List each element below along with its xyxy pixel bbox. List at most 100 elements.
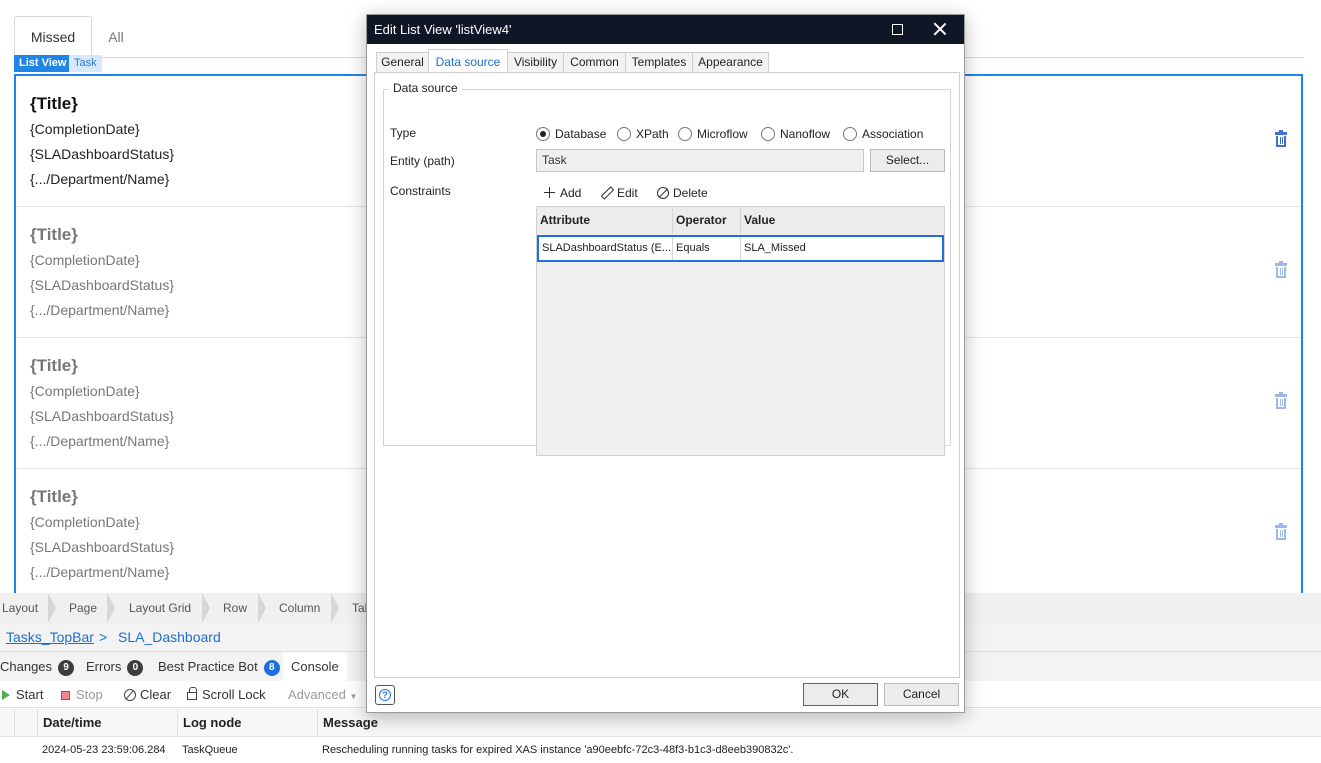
plus-icon: [544, 187, 555, 198]
item-department: {.../Department/Name}: [30, 433, 170, 449]
tab-common[interactable]: Common: [563, 52, 626, 73]
hierarchy-layout-grid[interactable]: Layout Grid: [129, 593, 191, 623]
help-button[interactable]: ?: [375, 685, 395, 705]
radio-microflow[interactable]: Microflow: [678, 126, 748, 142]
radio-association[interactable]: Association: [843, 126, 923, 142]
tab-label: Best Practice Bot: [158, 659, 258, 674]
radio-nanoflow[interactable]: Nanoflow: [761, 126, 830, 142]
tab-data-source[interactable]: Data source: [428, 49, 508, 73]
delete-constraint-button[interactable]: Delete: [657, 185, 708, 201]
chevron-right-icon: [331, 593, 339, 623]
item-sla-status: {SLADashboardStatus}: [30, 408, 174, 424]
chevron-right-icon: [48, 593, 56, 623]
count-badge: 8: [263, 659, 280, 676]
table-row[interactable]: 2024-05-23 23:59:06.284 TaskQueue Resche…: [0, 737, 1321, 757]
chevron-right-icon: [107, 593, 115, 623]
trash-icon[interactable]: [1275, 523, 1287, 540]
count-badge: 0: [127, 659, 144, 676]
item-sla-status: {SLADashboardStatus}: [30, 539, 174, 555]
select-entity-button[interactable]: Select...: [870, 149, 945, 172]
entity-chip[interactable]: Task: [69, 55, 102, 72]
ok-button[interactable]: OK: [803, 683, 878, 706]
breadcrumb-link[interactable]: Tasks_TopBar: [6, 623, 94, 651]
tab-visibility[interactable]: Visibility: [507, 52, 564, 73]
tab-console[interactable]: Console: [283, 652, 347, 682]
data-source-tab-panel: Data source Type Database XPath Microflo…: [374, 72, 960, 678]
tab-errors[interactable]: Errors 0: [86, 652, 144, 682]
clear-icon: [124, 689, 136, 701]
cell-value: SLA_Missed: [744, 242, 806, 254]
edit-constraint-button[interactable]: Edit: [601, 185, 638, 201]
hierarchy-page[interactable]: Page: [69, 593, 97, 623]
stop-button[interactable]: Stop: [61, 681, 103, 708]
trash-icon[interactable]: [1275, 261, 1287, 278]
radio-xpath[interactable]: XPath: [617, 126, 669, 142]
clear-label: Clear: [140, 687, 172, 702]
item-title: {Title}: [30, 225, 78, 244]
delete-label: Delete: [673, 186, 708, 200]
breadcrumb-separator: >: [99, 629, 108, 645]
log-node: TaskQueue: [182, 744, 238, 756]
item-title: {Title}: [30, 94, 78, 113]
tab-general[interactable]: General: [376, 52, 429, 73]
tab-appearance[interactable]: Appearance: [692, 52, 769, 73]
tab-best-practice-bot[interactable]: Best Practice Bot 8: [158, 652, 280, 682]
log-message: Rescheduling running tasks for expired X…: [322, 744, 794, 756]
delete-icon: [657, 187, 669, 199]
tab-missed[interactable]: Missed: [14, 16, 92, 58]
tab-changes[interactable]: Changes 9: [0, 652, 75, 682]
dialog-titlebar[interactable]: Edit List View 'listView4': [367, 15, 964, 44]
constraints-grid[interactable]: Attribute Operator Value SLADashboardSta…: [536, 206, 945, 456]
stop-label: Stop: [76, 687, 103, 702]
col-attribute[interactable]: Attribute: [537, 207, 673, 234]
scroll-lock-button[interactable]: Scroll Lock: [187, 681, 266, 708]
start-label: Start: [16, 687, 44, 702]
table-row[interactable]: SLADashboardStatus (E... Equals SLA_Miss…: [537, 235, 944, 262]
hierarchy-column[interactable]: Column: [279, 593, 320, 623]
col-value[interactable]: Value: [741, 207, 944, 234]
pencil-icon: [601, 187, 612, 198]
trash-icon[interactable]: [1275, 130, 1287, 147]
chevron-down-icon: ▼: [349, 692, 358, 701]
item-completion-date: {CompletionDate}: [30, 514, 140, 530]
item-department: {.../Department/Name}: [30, 171, 170, 187]
group-legend: Data source: [389, 81, 462, 95]
col-datetime[interactable]: Date/time: [37, 709, 102, 737]
col-operator[interactable]: Operator: [673, 207, 741, 234]
entity-field[interactable]: Task: [536, 149, 864, 172]
col-message[interactable]: Message: [317, 709, 378, 737]
cancel-button[interactable]: Cancel: [884, 683, 959, 706]
type-label: Type: [390, 126, 417, 140]
cell-attribute: SLADashboardStatus (E...: [539, 237, 673, 260]
radio-database[interactable]: Database: [536, 126, 606, 142]
item-sla-status: {SLADashboardStatus}: [30, 277, 174, 293]
help-icon: ?: [379, 689, 391, 701]
item-title: {Title}: [30, 487, 78, 506]
count-badge: 9: [58, 659, 75, 676]
lock-icon: [187, 687, 197, 700]
trash-icon[interactable]: [1275, 392, 1287, 409]
tab-all[interactable]: All: [102, 16, 130, 58]
column-divider: [14, 709, 15, 737]
start-button[interactable]: Start: [2, 681, 43, 708]
hierarchy-row[interactable]: Row: [223, 593, 247, 623]
clear-button[interactable]: Clear: [124, 681, 171, 708]
close-icon[interactable]: [933, 22, 947, 36]
tab-templates[interactable]: Templates: [625, 52, 693, 73]
add-constraint-button[interactable]: Add: [544, 185, 581, 201]
chevron-right-icon: [202, 593, 210, 623]
item-department: {.../Department/Name}: [30, 302, 170, 318]
advanced-dropdown[interactable]: Advanced ▼: [288, 681, 357, 708]
log-datetime: 2024-05-23 23:59:06.284: [42, 744, 166, 756]
item-department: {.../Department/Name}: [30, 564, 170, 580]
play-icon: [2, 690, 10, 700]
listview-chip[interactable]: List View: [14, 55, 72, 72]
maximize-icon[interactable]: [892, 24, 903, 35]
item-completion-date: {CompletionDate}: [30, 121, 140, 137]
hierarchy-layout[interactable]: Layout: [2, 593, 38, 623]
col-log-node[interactable]: Log node: [177, 709, 242, 737]
tab-label: Errors: [86, 659, 122, 674]
log-table-header: Date/time Log node Message: [0, 709, 1321, 737]
breadcrumb-current[interactable]: SLA_Dashboard: [118, 623, 221, 651]
item-title: {Title}: [30, 356, 78, 375]
